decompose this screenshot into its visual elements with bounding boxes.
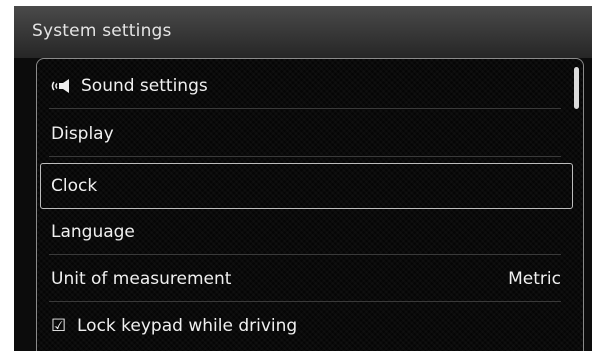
settings-list: Sound settings Display Clock Language Un… (36, 58, 584, 351)
menu-item-sound-settings[interactable]: Sound settings (49, 63, 561, 109)
menu-item-label: Unit of measurement (51, 269, 232, 289)
unit-value: Metric (508, 269, 561, 289)
checkbox-checked-icon[interactable]: ☑ (51, 316, 77, 336)
settings-screen: System settings Sound settings Display C… (14, 6, 592, 351)
speaker-icon (51, 76, 75, 96)
menu-item-lock-keypad[interactable]: ☑ Lock keypad while driving (49, 303, 561, 349)
page-title: System settings (32, 21, 172, 41)
menu-item-language[interactable]: Language (49, 209, 561, 255)
menu-item-label: Sound settings (81, 76, 208, 96)
menu-item-label: Clock (51, 176, 98, 196)
scrollbar-thumb[interactable] (574, 67, 579, 109)
menu-item-clock[interactable]: Clock (40, 163, 573, 209)
title-bar: System settings (14, 6, 592, 58)
menu-item-label: Lock keypad while driving (77, 316, 298, 336)
menu-item-unit-of-measurement[interactable]: Unit of measurement Metric (49, 256, 561, 302)
menu-item-label: Language (51, 222, 135, 242)
menu-item-display[interactable]: Display (49, 111, 561, 157)
menu-item-label: Display (51, 124, 114, 144)
